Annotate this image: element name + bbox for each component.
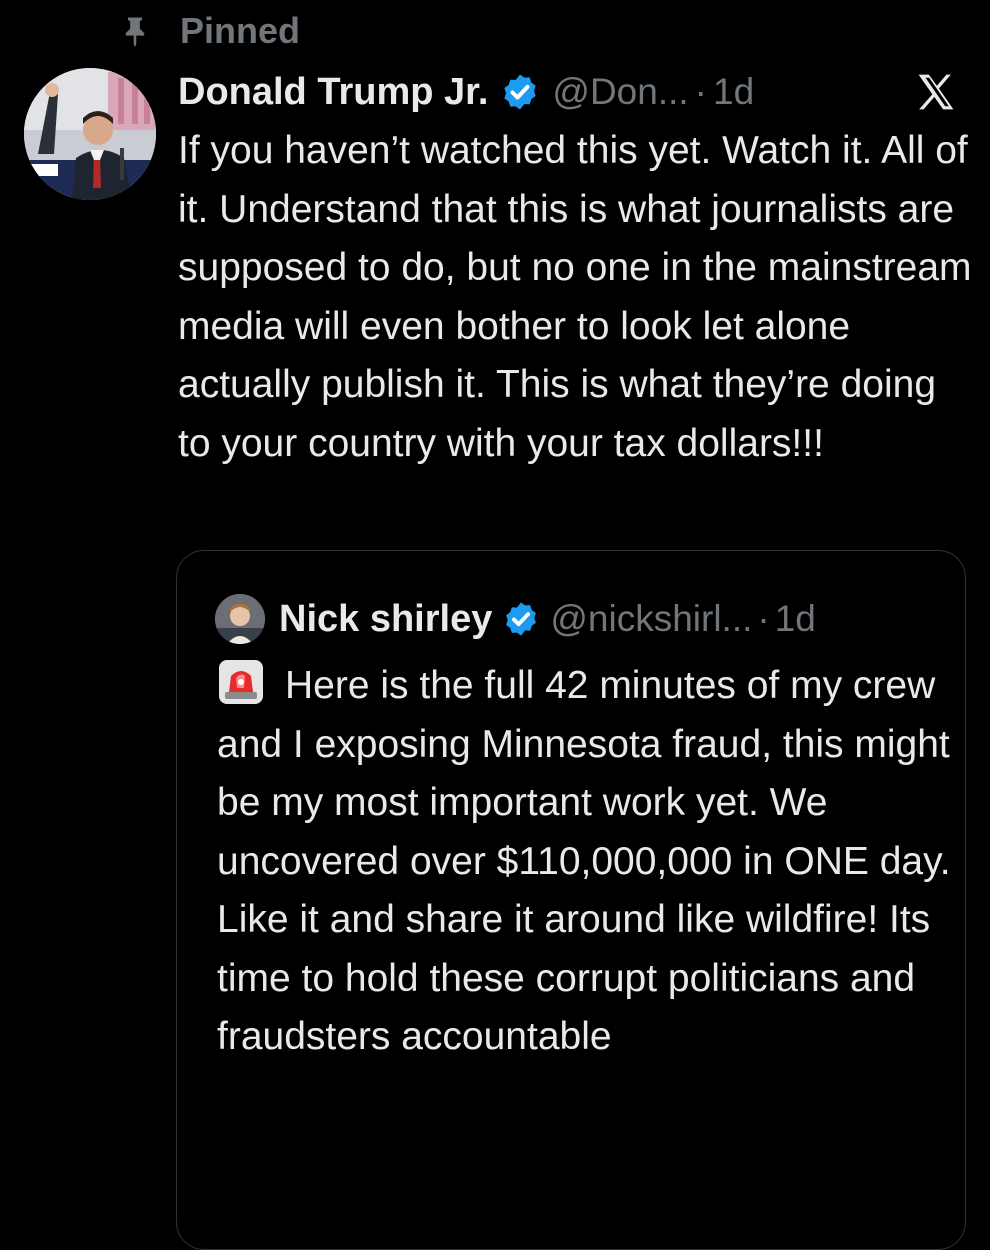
quoted-author-avatar[interactable] xyxy=(215,594,265,644)
tweet-time[interactable]: 1d xyxy=(713,71,754,113)
separator-dot: · xyxy=(694,71,707,112)
author-handle[interactable]: @Don... xyxy=(552,71,688,113)
x-logo-icon xyxy=(918,74,954,110)
quoted-avatar-photo xyxy=(215,594,265,644)
avatar-photo xyxy=(24,68,156,200)
verified-badge-icon xyxy=(504,74,537,110)
quoted-tweet-text-block: Here is the full 42 minutes of my crew a… xyxy=(217,657,957,1067)
pinned-label: Pinned xyxy=(180,10,301,51)
police-siren-emoji-icon xyxy=(219,660,263,704)
author-name[interactable]: Donald Trump Jr. xyxy=(178,71,488,114)
author-avatar[interactable] xyxy=(24,68,156,200)
quoted-tweet-text: Here is the full 42 minutes of my crew a… xyxy=(217,664,951,1058)
quoted-tweet-card[interactable]: Nick shirley @nickshirl... · 1d Here is … xyxy=(176,550,966,1250)
quoted-verified-badge-icon xyxy=(506,602,537,636)
quoted-author-name[interactable]: Nick shirley xyxy=(279,598,492,641)
pinned-indicator: Pinned xyxy=(118,6,300,56)
pin-icon xyxy=(125,17,145,47)
tweet-header: Donald Trump Jr. @Don... · 1d xyxy=(178,64,978,120)
quoted-tweet-header: Nick shirley @nickshirl... · 1d xyxy=(215,591,816,647)
tweet-text: If you haven’t watched this yet. Watch i… xyxy=(178,129,972,465)
quoted-author-handle[interactable]: @nickshirl... xyxy=(550,598,752,640)
quoted-separator-dot: · xyxy=(757,598,770,639)
quoted-tweet-time[interactable]: 1d xyxy=(775,598,816,640)
